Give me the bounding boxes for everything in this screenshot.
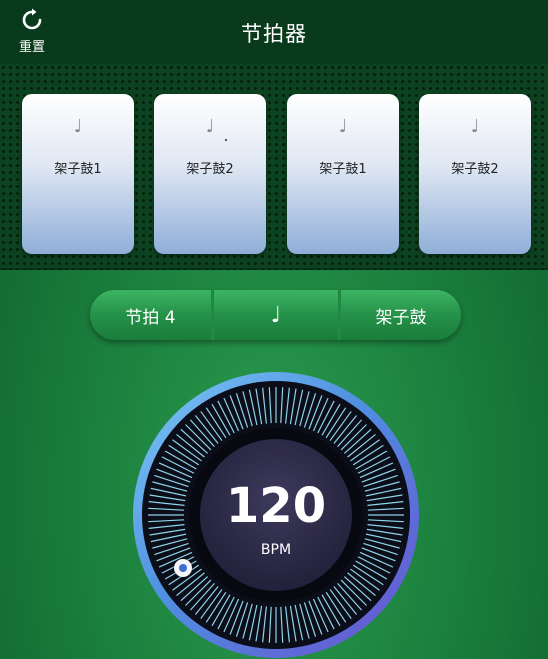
pad-label: 架子鼓2 (451, 162, 499, 177)
drum-pad-3[interactable]: ♩ 架子鼓1 (287, 94, 399, 254)
quarter-note-icon: ♩ (470, 116, 480, 137)
pad-label: 架子鼓1 (319, 162, 367, 177)
dial-knob-handle[interactable] (174, 559, 192, 577)
pad-label: 架子鼓2 (186, 162, 234, 177)
drum-pad-2[interactable]: ♩ 架子鼓2 (154, 94, 266, 254)
pad-label: 架子鼓1 (54, 162, 102, 177)
note-value-button[interactable]: ♩ (214, 290, 338, 340)
page-title: 节拍器 (241, 22, 307, 46)
drum-pad-4[interactable]: ♩ 架子鼓2 (419, 94, 531, 254)
quarter-note-icon: ♩ (205, 116, 215, 137)
control-segment-bar: 节拍 4 ♩ 架子鼓 (90, 290, 461, 340)
bpm-value: 120 (225, 478, 327, 534)
drum-pad-area: ♩ 架子鼓1 ♩ 架子鼓2 ♩ 架子鼓1 ♩ 架子鼓2 (0, 64, 548, 270)
top-bar: 重置 节拍器 (0, 0, 548, 64)
quarter-note-icon: ♩ (73, 116, 83, 137)
tempo-dial[interactable]: 120 BPM (131, 370, 421, 659)
quarter-note-icon: ♩ (270, 302, 282, 328)
bpm-unit-label: BPM (260, 542, 292, 558)
drum-pad-1[interactable]: ♩ 架子鼓1 (22, 94, 134, 254)
instrument-selector-button[interactable]: 架子鼓 (341, 290, 461, 340)
quarter-note-icon: ♩ (338, 116, 348, 137)
cursor-dot (225, 139, 227, 141)
beat-selector-button[interactable]: 节拍 4 (90, 290, 211, 340)
